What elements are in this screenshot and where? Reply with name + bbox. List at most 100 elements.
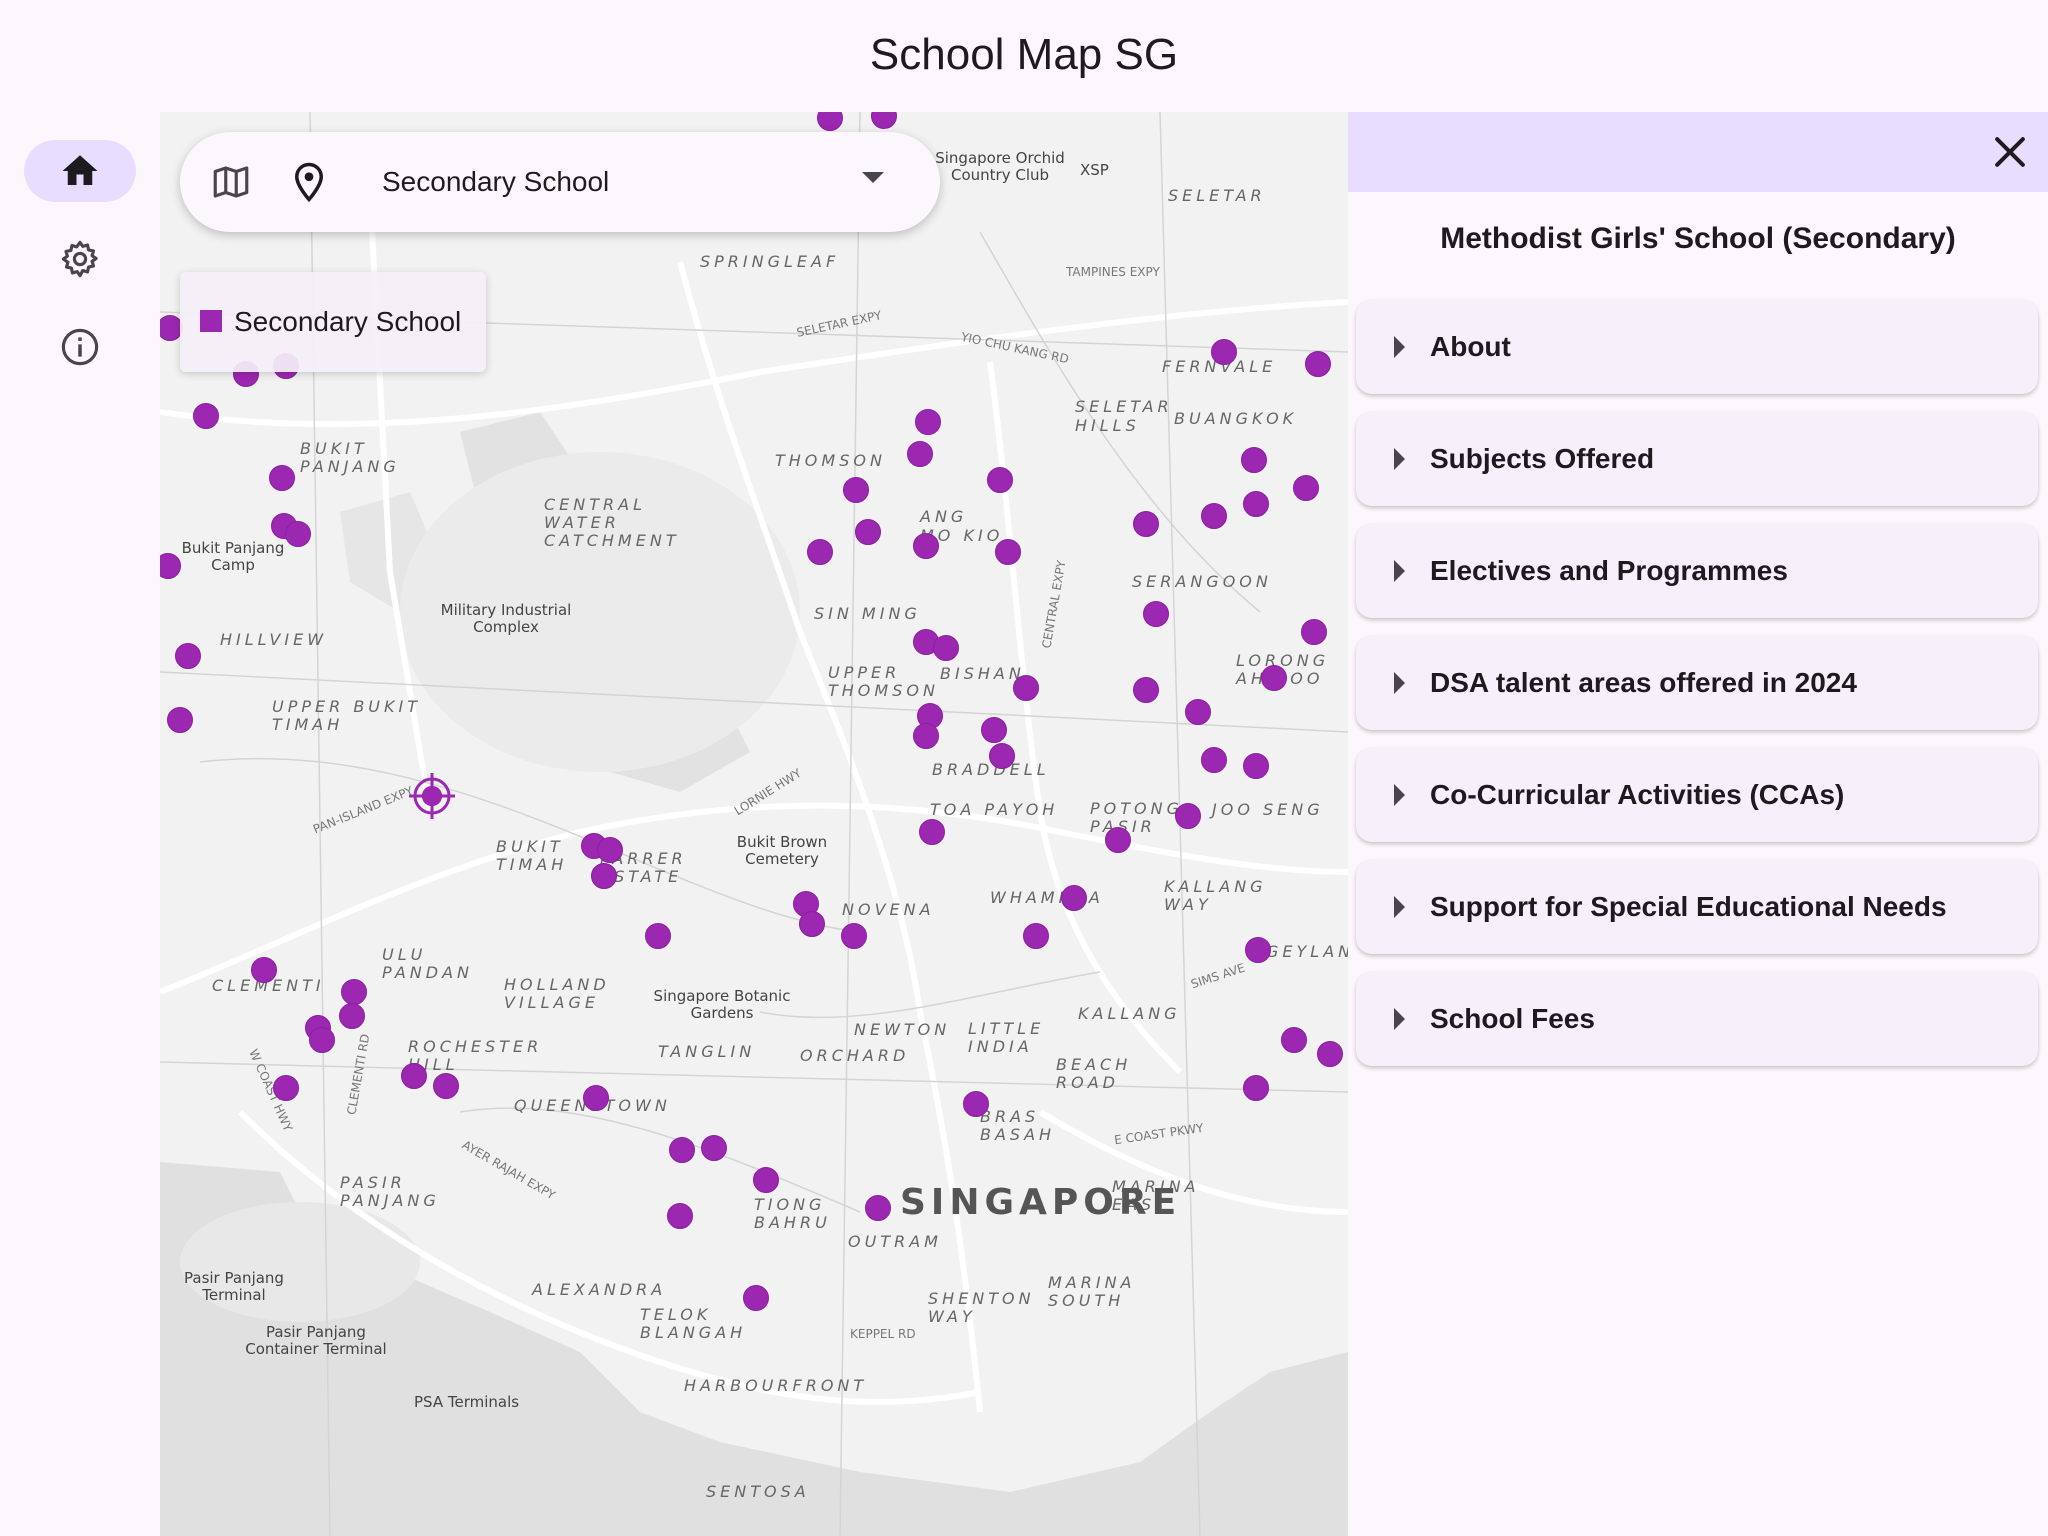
school-marker[interactable] <box>1301 619 1327 645</box>
school-marker[interactable] <box>919 819 945 845</box>
nav-settings-button[interactable] <box>24 228 136 290</box>
area-label: HARBOURFRONT <box>684 1376 868 1395</box>
school-marker[interactable] <box>597 837 623 863</box>
school-marker[interactable] <box>1293 475 1319 501</box>
map-legend: Secondary School <box>180 272 486 372</box>
section-school-fees[interactable]: School Fees <box>1356 972 2038 1066</box>
school-marker[interactable] <box>1201 747 1227 773</box>
school-marker[interactable] <box>913 533 939 559</box>
area-label: BUKIT PANJANG <box>300 439 400 476</box>
school-marker[interactable] <box>1305 351 1331 377</box>
school-marker[interactable] <box>963 1091 989 1117</box>
school-marker[interactable] <box>251 957 277 983</box>
area-label: JOO SENG <box>1212 800 1324 819</box>
school-marker[interactable] <box>1317 1041 1343 1067</box>
school-marker[interactable] <box>583 1085 609 1111</box>
school-marker[interactable] <box>753 1167 779 1193</box>
school-marker[interactable] <box>591 863 617 889</box>
school-marker[interactable] <box>1261 665 1287 691</box>
school-marker[interactable] <box>987 467 1013 493</box>
city-label: SINGAPORE <box>900 1182 1182 1223</box>
school-marker[interactable] <box>285 521 311 547</box>
school-marker[interactable] <box>273 1075 299 1101</box>
school-marker[interactable] <box>645 923 671 949</box>
area-label: KALLANG <box>1078 1004 1181 1023</box>
school-marker[interactable] <box>1243 753 1269 779</box>
school-marker[interactable] <box>841 923 867 949</box>
section-ccas[interactable]: Co-Curricular Activities (CCAs) <box>1356 748 2038 842</box>
school-marker[interactable] <box>933 635 959 661</box>
school-marker[interactable] <box>743 1285 769 1311</box>
school-marker[interactable] <box>907 441 933 467</box>
location-pin-icon[interactable] <box>288 161 330 203</box>
expand-arrow-icon <box>1394 336 1405 358</box>
school-marker[interactable] <box>309 1027 335 1053</box>
school-type-selector[interactable]: Secondary School <box>180 132 940 232</box>
school-marker[interactable] <box>1105 827 1131 853</box>
school-marker[interactable] <box>913 723 939 749</box>
school-marker[interactable] <box>995 539 1021 565</box>
area-label: NOVENA <box>842 900 935 919</box>
school-marker[interactable] <box>1211 339 1237 365</box>
dropdown-arrow-icon[interactable] <box>862 172 884 183</box>
school-marker[interactable] <box>799 911 825 937</box>
school-marker[interactable] <box>1281 1027 1307 1053</box>
close-icon[interactable] <box>1988 130 2032 174</box>
area-label: TOA PAYOH <box>930 800 1059 819</box>
school-marker[interactable] <box>1185 699 1211 725</box>
school-marker[interactable] <box>1023 923 1049 949</box>
home-icon <box>62 155 98 185</box>
school-marker[interactable] <box>855 519 881 545</box>
section-electives[interactable]: Electives and Programmes <box>1356 524 2038 618</box>
school-marker[interactable] <box>269 465 295 491</box>
school-marker[interactable] <box>175 643 201 669</box>
poi-label: PSA Terminals <box>414 1393 520 1411</box>
school-marker[interactable] <box>339 1003 365 1029</box>
section-about[interactable]: About <box>1356 300 2038 394</box>
school-marker[interactable] <box>667 1203 693 1229</box>
expand-arrow-icon <box>1394 560 1405 582</box>
section-label: Electives and Programmes <box>1430 555 1788 586</box>
section-label: About <box>1430 331 1511 362</box>
section-label: School Fees <box>1430 1003 1595 1034</box>
school-marker[interactable] <box>341 979 367 1005</box>
school-marker[interactable] <box>1133 511 1159 537</box>
area-label: TIONG BAHRU <box>754 1195 831 1232</box>
school-name: Methodist Girls' School (Secondary) <box>1440 222 1956 255</box>
school-marker[interactable] <box>167 707 193 733</box>
map-icon[interactable] <box>210 161 252 203</box>
school-marker[interactable] <box>865 1195 891 1221</box>
school-marker[interactable] <box>1175 803 1201 829</box>
poi-label: Pasir Panjang Container Terminal <box>245 1323 387 1358</box>
school-marker[interactable] <box>1061 885 1087 911</box>
poi-label: Singapore Botanic Gardens <box>653 987 791 1022</box>
school-marker[interactable] <box>1133 677 1159 703</box>
school-marker[interactable] <box>1243 1075 1269 1101</box>
section-sen-support[interactable]: Support for Special Educational Needs <box>1356 860 2038 954</box>
school-marker[interactable] <box>433 1073 459 1099</box>
school-marker[interactable] <box>1013 675 1039 701</box>
school-marker[interactable] <box>1201 503 1227 529</box>
section-subjects-offered[interactable]: Subjects Offered <box>1356 412 2038 506</box>
nav-home-button[interactable] <box>24 140 136 202</box>
school-marker[interactable] <box>1143 601 1169 627</box>
nav-about-button[interactable] <box>24 316 136 378</box>
poi-label: Bukit Brown Cemetery <box>736 833 828 868</box>
school-marker[interactable] <box>807 539 833 565</box>
school-marker[interactable] <box>989 743 1015 769</box>
school-marker[interactable] <box>1245 937 1271 963</box>
info-icon <box>61 328 99 366</box>
school-type-value[interactable]: Secondary School <box>382 132 609 232</box>
school-marker[interactable] <box>1241 447 1267 473</box>
school-marker[interactable] <box>843 477 869 503</box>
school-marker[interactable] <box>193 403 219 429</box>
area-label: SHENTON WAY <box>928 1289 1035 1326</box>
school-marker[interactable] <box>401 1063 427 1089</box>
school-marker[interactable] <box>669 1137 695 1163</box>
section-dsa[interactable]: DSA talent areas offered in 2024 <box>1356 636 2038 730</box>
school-marker[interactable] <box>701 1135 727 1161</box>
school-marker[interactable] <box>1243 491 1269 517</box>
school-marker[interactable] <box>915 409 941 435</box>
area-label: SIN MING <box>814 604 921 623</box>
school-marker[interactable] <box>981 717 1007 743</box>
